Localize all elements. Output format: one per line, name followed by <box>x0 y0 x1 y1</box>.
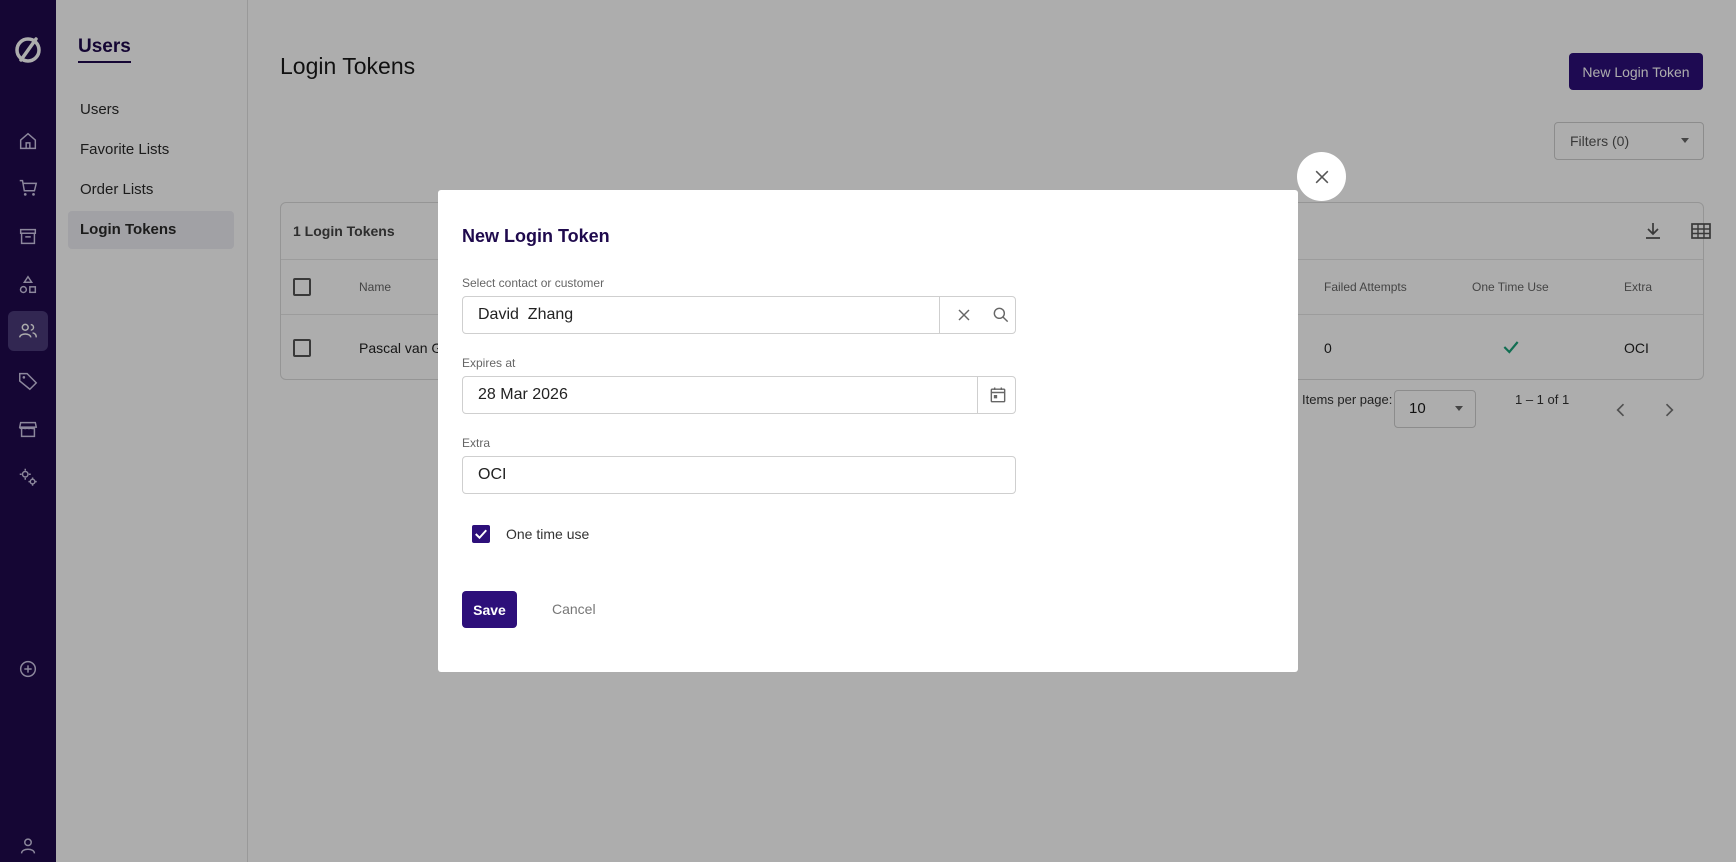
extra-value: OCI <box>478 466 507 483</box>
expires-value: 28 Mar 2026 <box>478 386 568 403</box>
one-time-use-checkbox[interactable] <box>472 525 490 543</box>
close-icon <box>1315 170 1328 183</box>
expires-label: Expires at <box>462 356 516 370</box>
search-icon[interactable] <box>991 305 1011 325</box>
close-modal-button[interactable] <box>1297 152 1346 201</box>
new-login-token-dialog: New Login Token Select contact or custom… <box>438 190 1298 672</box>
expires-field[interactable]: 28 Mar 2026 <box>462 376 1016 414</box>
one-time-use-label[interactable]: One time use <box>506 526 589 542</box>
field-divider <box>939 297 940 333</box>
extra-label: Extra <box>462 436 491 450</box>
extra-field[interactable]: OCI <box>462 456 1016 494</box>
clear-icon[interactable] <box>954 305 974 325</box>
dialog-title: New Login Token <box>462 226 610 246</box>
save-button[interactable]: Save <box>462 591 517 628</box>
calendar-icon[interactable] <box>988 385 1008 405</box>
contact-value: David Zhang <box>478 306 574 323</box>
cancel-button[interactable]: Cancel <box>552 601 596 617</box>
field-divider <box>977 377 978 413</box>
checkmark-icon <box>475 529 487 540</box>
contact-label: Select contact or customer <box>462 276 605 290</box>
contact-field[interactable]: David Zhang <box>462 296 1016 334</box>
